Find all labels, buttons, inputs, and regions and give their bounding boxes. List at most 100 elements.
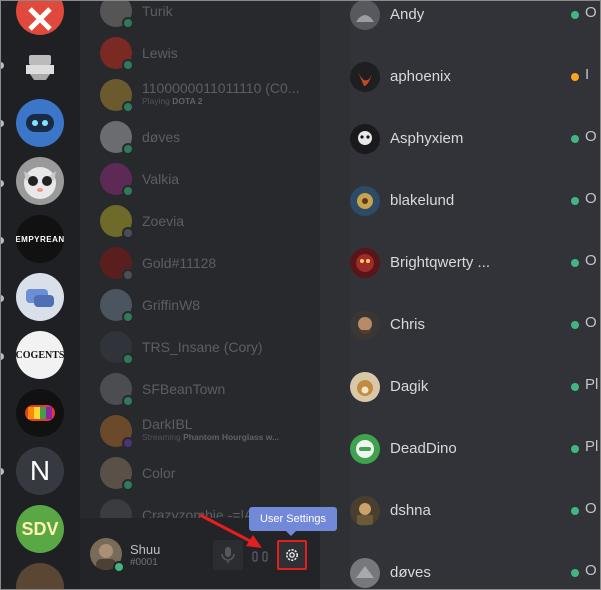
member-row[interactable]: Andy O <box>350 0 601 36</box>
friend-row[interactable]: Lewis <box>100 37 320 73</box>
unread-indicator <box>0 62 4 69</box>
friend-row[interactable]: døves <box>100 121 320 157</box>
badge-logo-icon <box>26 55 54 80</box>
status-online-icon <box>571 11 579 19</box>
status-online-icon <box>113 561 125 573</box>
server-icon-crossed-tools[interactable] <box>16 0 64 35</box>
status-offline-icon <box>122 227 134 239</box>
status-online-icon <box>122 59 134 71</box>
status-online-icon <box>571 383 579 391</box>
member-status-text: O <box>585 128 597 145</box>
member-row[interactable]: Asphyxiem O <box>350 120 601 160</box>
avatar <box>350 434 380 464</box>
friend-row[interactable]: DarkIBL Streaming Phantom Hourglass w... <box>100 415 320 451</box>
status-online-icon <box>571 321 579 329</box>
avatar <box>100 499 132 518</box>
empyrean-logo-icon: EMPYREAN <box>16 234 64 244</box>
friend-name: Zoevia <box>142 213 185 229</box>
member-row[interactable]: Dagik Pl <box>350 368 601 408</box>
friend-name: SFBeanTown <box>142 381 226 397</box>
unread-indicator <box>0 120 4 127</box>
server-icon-partial[interactable] <box>16 563 64 590</box>
member-row[interactable]: aphoenix I <box>350 58 601 98</box>
member-name: Chris <box>390 316 426 333</box>
cogents-logo-icon: COGENTS <box>16 349 64 361</box>
server-icon-gamepad[interactable] <box>16 389 64 437</box>
member-name: DeadDino <box>390 440 457 457</box>
member-status-text: O <box>585 4 597 21</box>
member-name: Brightqwerty ... <box>390 254 491 271</box>
member-row[interactable]: DeadDino Pl <box>350 430 601 470</box>
friend-row[interactable]: Turik <box>100 0 320 31</box>
server-icon-n[interactable]: N <box>16 447 64 495</box>
member-status-text: O <box>585 252 597 269</box>
member-name: Andy <box>390 6 425 23</box>
unread-indicator <box>0 180 4 187</box>
avatar <box>350 124 380 154</box>
friend-name: 1100000011011110 (C0... <box>142 80 300 96</box>
robot-icon <box>26 114 54 132</box>
avatar <box>350 0 380 30</box>
status-online-icon <box>122 101 134 113</box>
chat-bubbles-icon <box>26 289 54 307</box>
status-online-icon <box>122 311 134 323</box>
status-online-icon <box>122 17 134 29</box>
friend-row[interactable]: GriffinW8 <box>100 289 320 325</box>
friend-activity: Streaming Phantom Hourglass w... <box>142 432 280 442</box>
avatar <box>350 186 380 216</box>
status-idle-icon <box>571 73 579 81</box>
friend-row[interactable]: Gold#11128 <box>100 247 320 283</box>
chat-area <box>320 0 350 590</box>
member-name: dshna <box>390 502 431 519</box>
member-status-text: O <box>585 190 597 207</box>
member-status-text: O <box>585 500 597 517</box>
member-row[interactable]: døves O <box>350 554 601 590</box>
status-online-icon <box>571 445 579 453</box>
status-online-icon <box>571 569 579 577</box>
friend-name: TRS_Insane (Cory) <box>142 339 263 355</box>
status-streaming-icon <box>122 437 134 449</box>
friend-name: Turik <box>142 3 173 19</box>
status-online-icon <box>571 135 579 143</box>
member-status-text: Pl <box>585 438 599 455</box>
status-online-icon <box>571 259 579 267</box>
avatar <box>350 558 380 588</box>
user-settings-button[interactable] <box>277 540 307 570</box>
member-row[interactable]: dshna O <box>350 492 601 532</box>
status-online-icon <box>571 197 579 205</box>
server-icon-chat[interactable] <box>16 273 64 321</box>
server-icon-badge[interactable] <box>16 41 64 89</box>
status-online-icon <box>122 143 134 155</box>
server-rail: EMPYREAN COGENTS N SDV <box>0 0 80 590</box>
channel-member-sidebar: Turik Lewis 1100000011011110 (C0... Play… <box>80 0 320 518</box>
member-row[interactable]: Brightqwerty ... O <box>350 244 601 284</box>
friend-name: Color <box>142 465 176 481</box>
friend-row[interactable]: Color <box>100 457 320 493</box>
avatar <box>350 62 380 92</box>
member-status-text: O <box>585 314 597 331</box>
avatar <box>350 496 380 526</box>
sdv-logo-icon: SDV <box>21 518 59 539</box>
server-icon-empyrean[interactable]: EMPYREAN <box>16 215 64 263</box>
friend-activity: Playing DOTA 2 <box>142 96 203 106</box>
friend-row[interactable]: Zoevia <box>100 205 320 241</box>
crossed-tools-icon <box>28 7 52 31</box>
rainbow-gamepad-icon <box>25 405 55 421</box>
avatar <box>350 310 380 340</box>
friend-name: Valkia <box>142 171 180 187</box>
server-icon-robot[interactable] <box>16 99 64 147</box>
member-row[interactable]: Chris O <box>350 306 601 346</box>
cat-face-icon <box>24 167 56 199</box>
member-status-text: I <box>585 66 590 83</box>
friend-row[interactable]: Valkia <box>100 163 320 199</box>
friend-row[interactable]: SFBeanTown <box>100 373 320 409</box>
friend-row[interactable]: TRS_Insane (Cory) <box>100 331 320 367</box>
friend-name: GriffinW8 <box>142 297 201 313</box>
member-status-text: Pl <box>585 376 599 393</box>
server-icon-cogents[interactable]: COGENTS <box>16 331 64 379</box>
member-name: aphoenix <box>390 68 451 85</box>
server-icon-sdv[interactable]: SDV <box>16 505 64 553</box>
friend-row[interactable]: 1100000011011110 (C0... Playing DOTA 2 <box>100 79 320 115</box>
server-icon-cat[interactable] <box>16 157 64 205</box>
member-row[interactable]: blakelund O <box>350 182 601 222</box>
